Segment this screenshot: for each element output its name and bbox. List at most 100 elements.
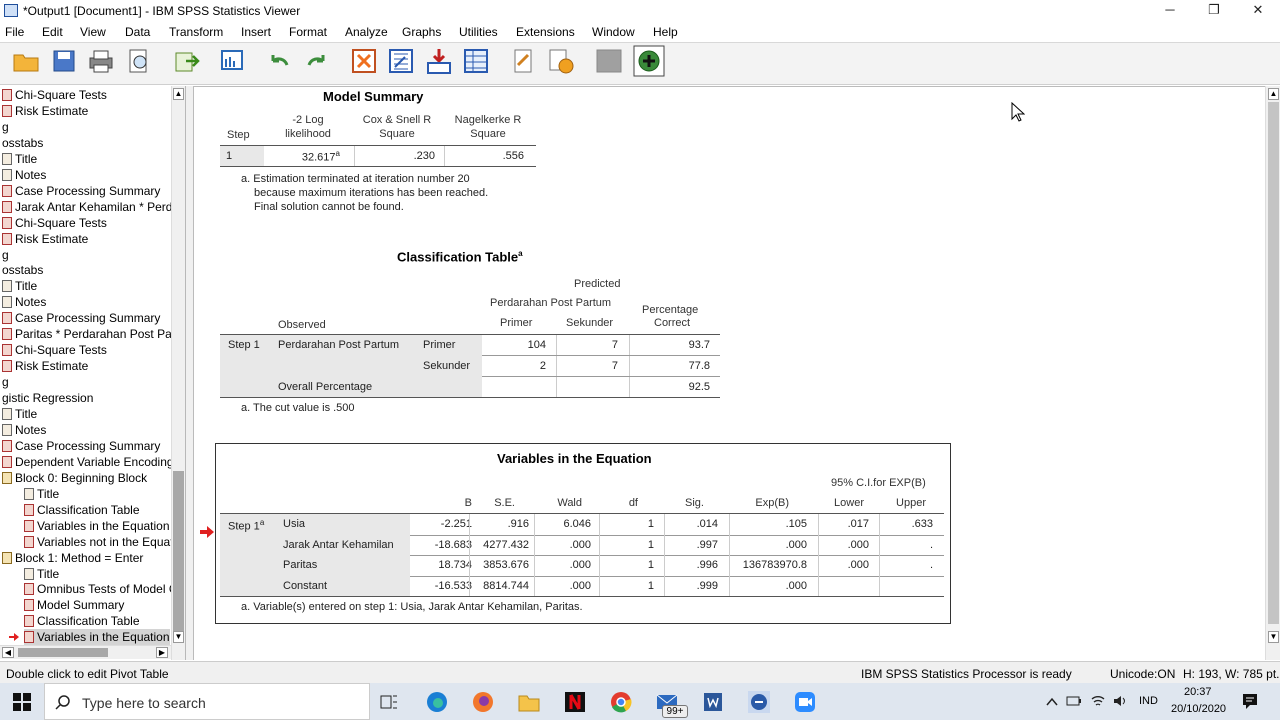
firefox-icon[interactable] xyxy=(472,691,494,713)
outline-item[interactable]: Title xyxy=(2,406,37,422)
goto-data-icon[interactable] xyxy=(218,47,246,75)
chrome-icon[interactable] xyxy=(610,691,632,713)
spss-taskbar-icon[interactable] xyxy=(748,691,770,713)
redo-icon[interactable] xyxy=(303,47,331,75)
volume-icon[interactable] xyxy=(1112,693,1128,709)
scroll-left-icon[interactable]: ◀ xyxy=(2,647,14,658)
outline-item[interactable]: Title xyxy=(2,151,37,167)
outline-item[interactable]: g xyxy=(2,119,9,135)
scroll-down-icon[interactable]: ▼ xyxy=(1268,631,1279,643)
script-icon[interactable] xyxy=(547,47,575,75)
outline-item[interactable]: g xyxy=(2,374,9,390)
minimize-button[interactable]: ─ xyxy=(1148,0,1192,22)
outline-item[interactable]: g xyxy=(2,247,9,263)
print-preview-icon[interactable] xyxy=(125,47,153,75)
outline-item[interactable]: gistic Regression xyxy=(2,390,93,406)
menu-data[interactable]: Data xyxy=(125,25,150,39)
ct-sekunder-header: Sekunder xyxy=(566,317,614,329)
notifications-icon[interactable] xyxy=(1241,692,1259,710)
outline-item[interactable]: Title xyxy=(2,278,37,294)
designate-window-icon[interactable] xyxy=(510,47,538,75)
outline-item[interactable]: Risk Estimate xyxy=(2,358,88,374)
viewer-scroll-thumb[interactable] xyxy=(1268,102,1279,624)
outline-item[interactable]: Chi-Square Tests xyxy=(2,342,107,358)
outline-item[interactable]: Risk Estimate xyxy=(2,103,88,119)
windows-start-icon[interactable] xyxy=(13,693,31,711)
taskbar-search-box[interactable]: Type here to search xyxy=(44,683,370,720)
scroll-up-icon[interactable]: ▲ xyxy=(1268,88,1279,100)
variables-icon[interactable] xyxy=(462,47,490,75)
outline-item[interactable]: Jarak Antar Kehamilan * Perda xyxy=(2,199,179,215)
add-output-icon[interactable] xyxy=(633,45,665,77)
file-explorer-icon[interactable] xyxy=(518,691,540,713)
wifi-icon[interactable] xyxy=(1090,693,1106,709)
outline-item[interactable]: Case Processing Summary xyxy=(2,438,160,454)
outline-item[interactable]: Case Processing Summary xyxy=(2,183,160,199)
zoom-icon[interactable] xyxy=(794,691,816,713)
outline-item[interactable]: Block 1: Method = Enter xyxy=(2,550,143,566)
outline-hscroll-thumb[interactable] xyxy=(18,648,108,657)
viewer-vertical-scrollbar[interactable]: ▲ ▼ xyxy=(1265,86,1280,660)
outline-item[interactable]: osstabs xyxy=(2,135,43,151)
outline-item[interactable]: Chi-Square Tests xyxy=(2,87,107,103)
export-icon[interactable] xyxy=(172,47,200,75)
netflix-icon[interactable] xyxy=(564,691,586,713)
outline-item[interactable]: Dependent Variable Encoding xyxy=(2,454,174,470)
outline-vertical-scrollbar[interactable]: ▲ ▼ xyxy=(171,86,185,660)
undo-icon[interactable] xyxy=(265,47,293,75)
scroll-down-icon[interactable]: ▼ xyxy=(173,631,184,643)
outline-item[interactable]: Block 0: Beginning Block xyxy=(2,470,147,486)
outline-item[interactable]: Variables in the Equation xyxy=(24,629,170,646)
outline-item[interactable]: Case Processing Summary xyxy=(2,310,160,326)
clock-time[interactable]: 20:37 xyxy=(1184,686,1212,698)
word-icon[interactable] xyxy=(702,691,724,713)
outline-horizontal-scrollbar[interactable]: ◀ ▶ xyxy=(0,645,171,659)
outline-item[interactable]: Classification Table xyxy=(24,502,140,518)
ct-note: a. The cut value is .500 xyxy=(241,402,355,414)
open-folder-icon[interactable] xyxy=(12,47,40,75)
outline-item[interactable]: Variables in the Equation xyxy=(24,518,170,534)
outline-item[interactable]: Chi-Square Tests xyxy=(2,215,107,231)
scroll-right-icon[interactable]: ▶ xyxy=(156,647,168,658)
save-icon[interactable] xyxy=(50,47,78,75)
close-button[interactable]: ✕ xyxy=(1236,0,1280,22)
menu-analyze[interactable]: Analyze xyxy=(345,25,388,39)
outline-scroll-thumb[interactable] xyxy=(173,471,184,631)
pane-splitter[interactable] xyxy=(186,86,193,660)
restore-button[interactable]: ❐ xyxy=(1192,0,1236,22)
insert-cases-icon[interactable] xyxy=(425,47,453,75)
goto-case-icon[interactable] xyxy=(350,47,378,75)
outline-item[interactable]: Notes xyxy=(2,294,46,310)
outline-item[interactable]: Classification Table xyxy=(24,613,140,629)
goto-variable-icon[interactable] xyxy=(387,47,415,75)
scroll-up-icon[interactable]: ▲ xyxy=(173,88,184,100)
task-view-icon[interactable] xyxy=(380,693,398,711)
show-hidden-icons-icon[interactable] xyxy=(1046,697,1058,707)
outline-item[interactable]: Title xyxy=(24,486,59,502)
outline-item[interactable]: Omnibus Tests of Model C xyxy=(24,581,178,597)
input-language[interactable]: IND xyxy=(1139,695,1158,707)
print-icon[interactable] xyxy=(87,47,115,75)
outline-item[interactable]: osstabs xyxy=(2,262,43,278)
battery-icon[interactable] xyxy=(1066,694,1082,708)
menu-format[interactable]: Format xyxy=(289,25,327,39)
menu-transform[interactable]: Transform xyxy=(169,25,223,39)
menu-graphs[interactable]: Graphs xyxy=(402,25,441,39)
menu-extensions[interactable]: Extensions xyxy=(516,25,575,39)
outline-item[interactable]: Notes xyxy=(2,167,46,183)
menu-help[interactable]: Help xyxy=(653,25,678,39)
outline-item[interactable]: Notes xyxy=(2,422,46,438)
edge-browser-icon[interactable] xyxy=(426,691,448,713)
outline-item[interactable]: Title xyxy=(24,566,59,582)
menu-file[interactable]: File xyxy=(5,25,24,39)
outline-item[interactable]: Variables not in the Equat xyxy=(24,534,174,550)
clock-date[interactable]: 20/10/2020 xyxy=(1171,703,1226,715)
outline-item[interactable]: Paritas * Perdarahan Post Par xyxy=(2,326,176,342)
menu-utilities[interactable]: Utilities xyxy=(459,25,498,39)
menu-insert[interactable]: Insert xyxy=(241,25,271,39)
menu-edit[interactable]: Edit xyxy=(42,25,63,39)
menu-view[interactable]: View xyxy=(80,25,106,39)
outline-item[interactable]: Model Summary xyxy=(24,597,124,613)
outline-item[interactable]: Risk Estimate xyxy=(2,231,88,247)
menu-window[interactable]: Window xyxy=(592,25,635,39)
